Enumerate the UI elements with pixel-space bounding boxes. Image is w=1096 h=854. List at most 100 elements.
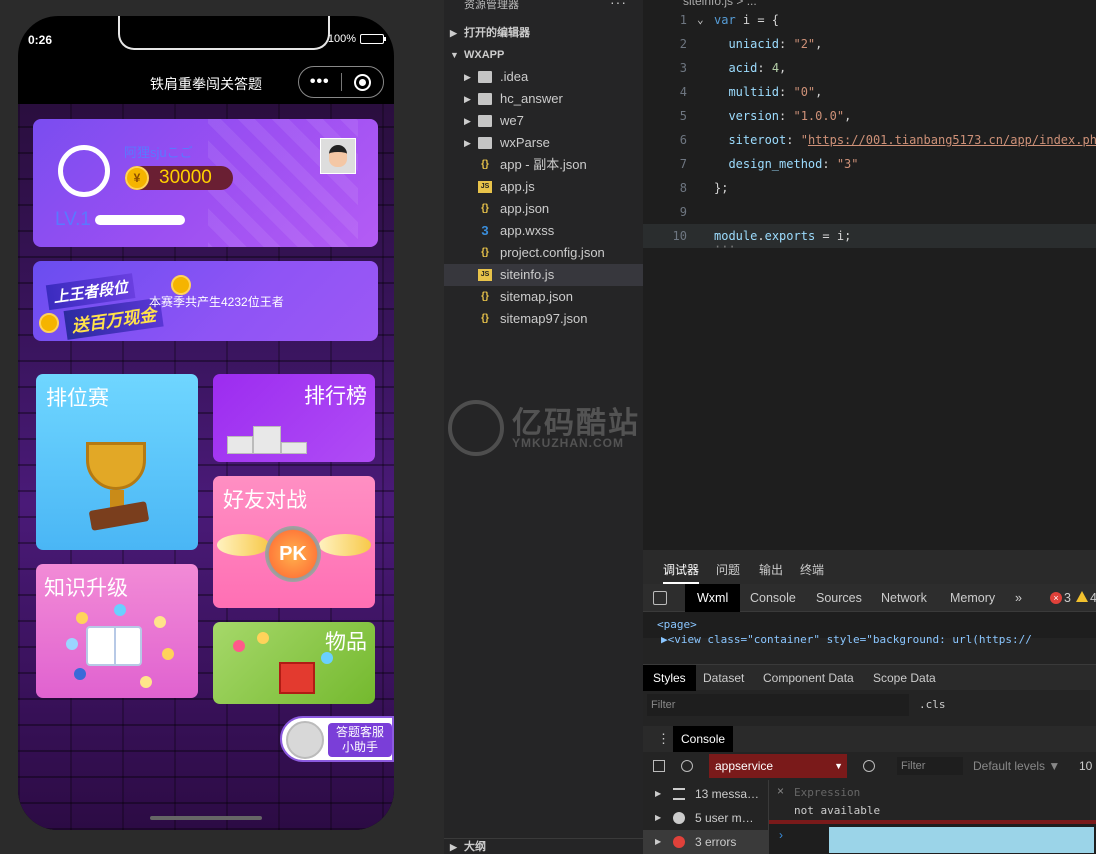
tab-debugger[interactable]: 调试器: [663, 561, 700, 584]
tab-sources[interactable]: Sources: [816, 584, 862, 612]
live-expression: × Expression not available: [769, 780, 1096, 822]
code-line: 7 design_method: "3": [679, 157, 859, 171]
folder-icon: [478, 71, 492, 83]
tree-item-hc-answer[interactable]: ▶ hc_answer: [444, 88, 643, 110]
chevron-right-icon: ▶: [464, 138, 471, 148]
console-input[interactable]: [829, 827, 1094, 853]
styles-tabs: Styles Dataset Component Data Scope Data: [643, 664, 1096, 691]
tab-scope-data[interactable]: Scope Data: [873, 665, 936, 691]
breadcrumb[interactable]: siteinfo.js > ...: [683, 0, 757, 8]
errors-filter[interactable]: ▶ 3 errors: [643, 830, 769, 854]
code-line: 4 multiid: "0",: [679, 85, 823, 99]
dropdown-arrow-icon: ▼: [834, 761, 843, 771]
tab-console[interactable]: Console: [750, 584, 796, 612]
helper-label: 答题客服 小助手: [328, 723, 392, 757]
tree-item-we7[interactable]: ▶ we7: [444, 110, 643, 132]
tree-item-app-copy-json[interactable]: {} app - 副本.json: [444, 154, 643, 176]
kebab-menu-icon[interactable]: ⋮: [657, 731, 670, 747]
leaderboard-card[interactable]: 排行榜: [213, 374, 375, 462]
tree-item-wxparse[interactable]: ▶ wxParse: [444, 132, 643, 154]
console-filter-input[interactable]: Filter: [897, 757, 963, 775]
log-levels-dropdown[interactable]: Default levels ▼: [973, 759, 1060, 773]
chevron-right-icon: ▶: [464, 94, 471, 104]
workspace-section[interactable]: ▼ WXAPP: [444, 44, 643, 66]
expression-value: not available: [794, 804, 881, 817]
clear-console-icon[interactable]: [681, 760, 693, 772]
more-tabs-button[interactable]: »: [1015, 584, 1022, 612]
inspect-element-icon[interactable]: [653, 591, 667, 605]
friend-battle-card[interactable]: 好友对战 PK: [213, 476, 375, 608]
close-button[interactable]: [341, 73, 383, 91]
coin-icon: [39, 313, 59, 333]
console-drawer-tab[interactable]: Console: [673, 726, 734, 752]
items-card[interactable]: 物品: [213, 622, 375, 704]
sidebar-toggle-icon[interactable]: [653, 760, 665, 772]
open-editors-section[interactable]: ▶ 打开的编辑器: [444, 22, 643, 44]
console-drawer-header: ⋮ Console: [643, 726, 1096, 752]
siteroot-link[interactable]: https://001.tianbang5173.cn/app/index.ph…: [808, 133, 1096, 147]
styles-filter-row: Filter .cls: [643, 692, 1096, 720]
tree-item-sitemap-json[interactable]: {} sitemap.json: [444, 286, 643, 308]
code-line: 1 ⌄ var i = {: [643, 8, 1096, 32]
coin-balance: ¥ 30000: [125, 166, 233, 190]
tab-output[interactable]: 输出: [759, 561, 783, 578]
chevron-right-icon: ▶: [450, 842, 457, 852]
avatar[interactable]: [320, 138, 356, 174]
tree-item-project-config[interactable]: {} project.config.json: [444, 242, 643, 264]
tab-styles[interactable]: Styles: [643, 665, 696, 691]
tree-item-app-json[interactable]: {} app.json: [444, 198, 643, 220]
gift-box-icon: [279, 662, 315, 694]
warning-icon: [1076, 591, 1088, 602]
user-messages-filter[interactable]: ▶ 5 user m…: [643, 806, 769, 830]
customer-service-helper[interactable]: 答题客服 小助手: [280, 716, 394, 762]
tab-memory[interactable]: Memory: [950, 584, 995, 612]
chevron-right-icon: ▶: [450, 28, 457, 38]
card-title: 排位赛: [46, 387, 109, 410]
warning-count[interactable]: 4: [1090, 584, 1096, 612]
folder-icon: [478, 93, 492, 105]
tab-network[interactable]: Network: [881, 584, 927, 612]
js-icon: JS: [478, 269, 492, 281]
cls-toggle[interactable]: .cls: [919, 698, 946, 711]
tree-item-siteinfo-js[interactable]: JS siteinfo.js: [444, 264, 643, 286]
styles-filter-input[interactable]: Filter: [647, 694, 909, 716]
close-icon[interactable]: ×: [777, 784, 784, 798]
profile-card[interactable]: 阿狸sjuこご ¥ 30000 LV.1: [33, 119, 378, 247]
messages-filter[interactable]: ▶ 13 messa…: [643, 782, 769, 806]
tree-item-idea[interactable]: ▶ .idea: [444, 66, 643, 88]
outline-section[interactable]: ▶ 大纲: [444, 838, 643, 854]
quiz-home-page: 阿狸sjuこご ¥ 30000 LV.1 上王者段位 送百万现金 本赛季共产生4…: [18, 104, 394, 830]
wxml-node-view[interactable]: ▶<view class="container" style="backgrou…: [661, 633, 1032, 646]
folder-icon: [478, 115, 492, 127]
tree-item-app-wxss[interactable]: 3 app.wxss: [444, 220, 643, 242]
wxml-tree[interactable]: <page> ▶<view class="container" style="b…: [643, 612, 1096, 646]
tab-problems[interactable]: 问题: [716, 561, 740, 578]
miniprogram-capsule: •••: [298, 66, 384, 98]
tab-component-data[interactable]: Component Data: [763, 665, 854, 691]
code-editor[interactable]: siteinfo.js > ... 1 ⌄ var i = { 2 uniaci…: [643, 0, 1096, 550]
ranked-match-card[interactable]: 排位赛: [36, 374, 198, 550]
tab-wxml[interactable]: Wxml: [685, 584, 741, 612]
knowledge-upgrade-card[interactable]: 知识升级: [36, 564, 198, 698]
json-icon: {}: [481, 313, 489, 324]
context-selector[interactable]: appservice ▼: [709, 754, 847, 778]
eye-icon[interactable]: [863, 760, 875, 772]
book-icon: [86, 626, 142, 666]
tab-terminal[interactable]: 终端: [800, 561, 824, 578]
more-actions-button[interactable]: ···: [610, 0, 627, 10]
tree-item-app-js[interactable]: JS app.js: [444, 176, 643, 198]
debugger-panel: 调试器 问题 输出 终端 Wxml Console Sources Networ…: [643, 550, 1096, 854]
list-icon: [673, 788, 685, 800]
battery-icon: [360, 34, 386, 44]
more-button[interactable]: •••: [299, 73, 341, 91]
console-sidebar: ▶ 13 messa… ▶ 5 user m… ▶ 3 errors: [643, 780, 769, 854]
tab-dataset[interactable]: Dataset: [703, 665, 744, 691]
tree-item-sitemap97-json[interactable]: {} sitemap97.json: [444, 308, 643, 330]
promo-banner[interactable]: 上王者段位 送百万现金 本赛季共产生4232位王者: [33, 261, 378, 341]
console-prompt[interactable]: ›: [769, 824, 1096, 854]
chevron-down-icon: ⌄: [697, 13, 704, 26]
error-count[interactable]: 3: [1064, 584, 1071, 612]
debugger-top-tabs: 调试器 问题 输出 终端: [643, 550, 1096, 584]
wxml-node-page[interactable]: <page>: [657, 618, 697, 631]
level-label: LV.1: [55, 209, 91, 230]
